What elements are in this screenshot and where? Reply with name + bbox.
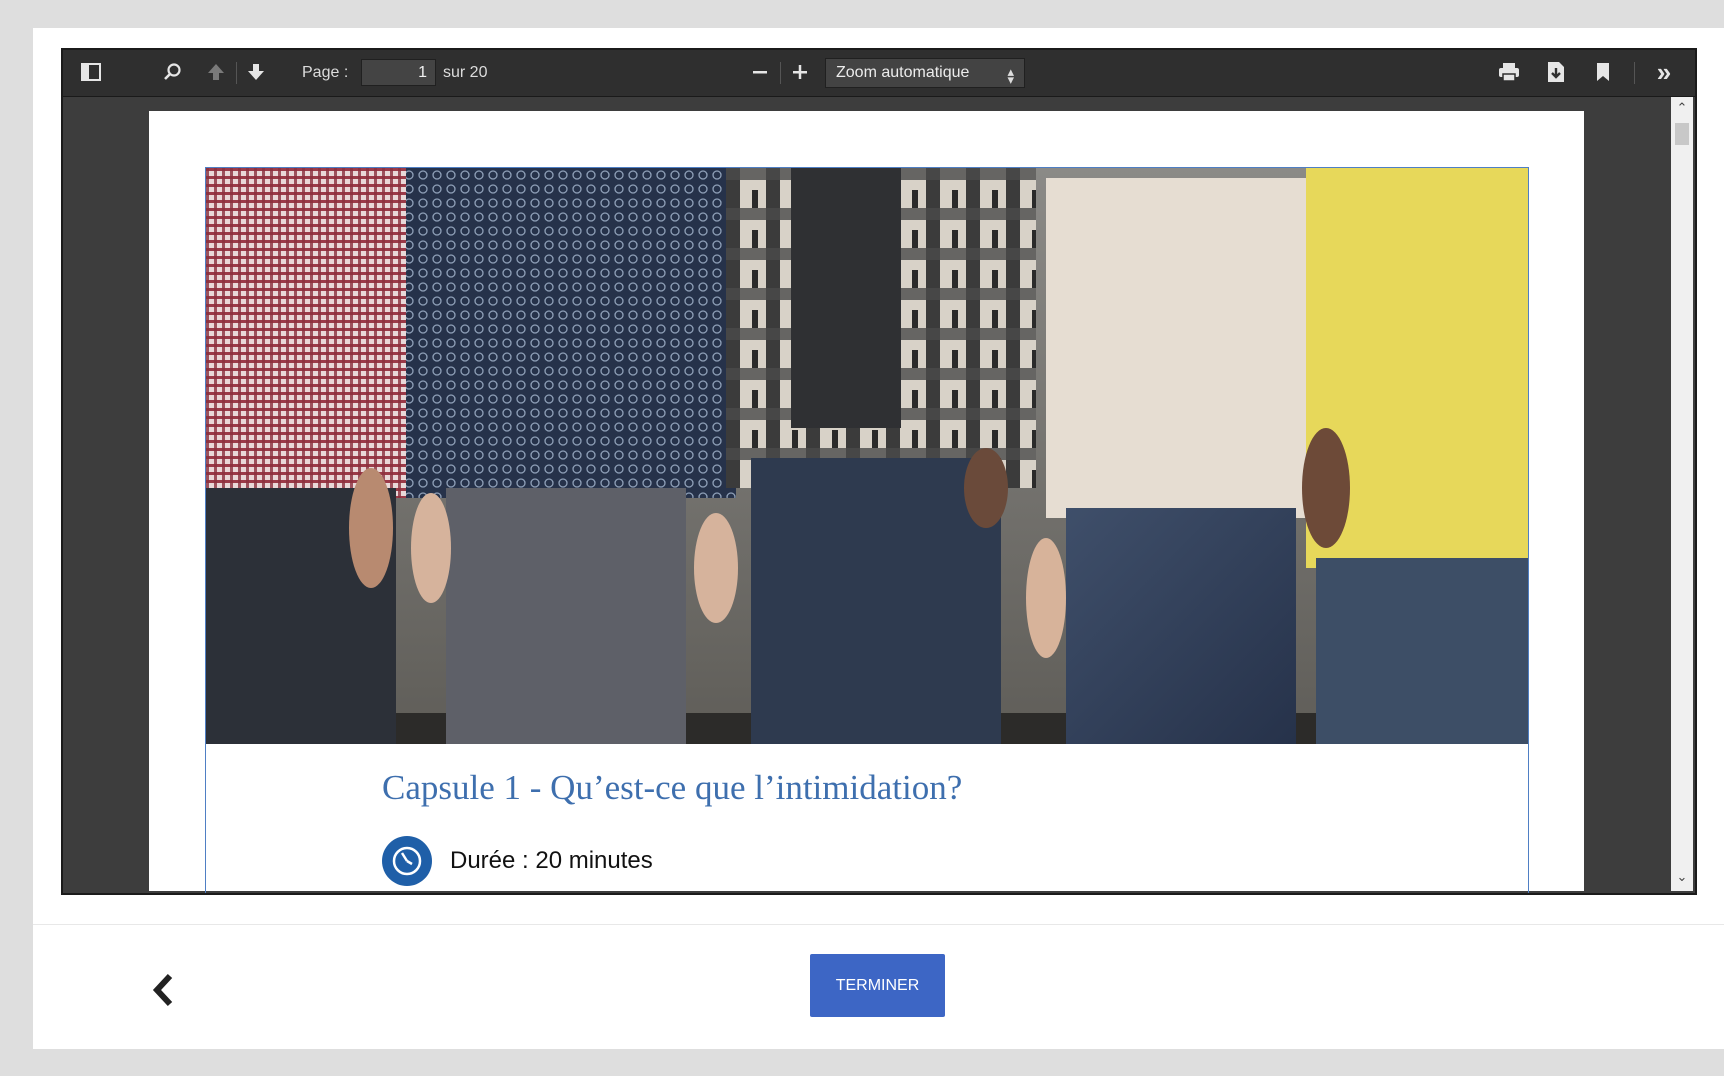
clock-icon	[382, 836, 432, 886]
print-icon[interactable]	[1495, 58, 1523, 86]
pdf-toolbar: Page : sur 20 Zoom automatique ▴▾ »	[63, 50, 1695, 97]
vertical-scrollbar[interactable]: ⌃ ⌄	[1671, 97, 1693, 891]
page-label: Page :	[302, 64, 349, 81]
pdf-viewer: Page : sur 20 Zoom automatique ▴▾ »	[61, 48, 1697, 895]
scroll-up-icon[interactable]: ⌃	[1671, 100, 1693, 120]
finish-button[interactable]: TERMINER	[810, 954, 945, 1017]
people-standing-photo	[206, 168, 1528, 744]
zoom-select[interactable]: Zoom automatique ▴ ▾	[825, 58, 1025, 88]
duration-text: Durée : 20 minutes	[450, 847, 653, 874]
pdf-page: Capsule 1 - Qu’est-ce que l’intimidation…	[149, 111, 1584, 893]
select-arrows-icon: ▴ ▾	[1007, 64, 1014, 87]
zoom-select-value: Zoom automatique	[836, 64, 970, 81]
previous-page-icon[interactable]	[202, 58, 230, 86]
toolbar-separator	[1634, 62, 1635, 84]
download-icon[interactable]	[1542, 58, 1570, 86]
footer-divider	[33, 924, 1724, 925]
scroll-down-icon[interactable]: ⌄	[1671, 869, 1693, 889]
toolbar-separator	[780, 62, 781, 84]
next-page-icon[interactable]	[242, 58, 270, 86]
tools-icon[interactable]: »	[1648, 57, 1680, 87]
capsule-title: Capsule 1 - Qu’est-ce que l’intimidation…	[382, 768, 963, 807]
zoom-in-icon[interactable]	[786, 58, 814, 86]
page-content-frame: Capsule 1 - Qu’est-ce que l’intimidation…	[205, 167, 1529, 893]
page-number-input[interactable]	[361, 59, 436, 86]
search-icon[interactable]	[159, 58, 187, 86]
toolbar-separator	[236, 62, 237, 84]
back-button[interactable]	[148, 970, 178, 1010]
page-total: sur 20	[443, 64, 488, 81]
zoom-out-icon[interactable]	[746, 58, 774, 86]
bookmark-icon[interactable]	[1589, 58, 1617, 86]
sidebar-toggle-icon[interactable]	[77, 58, 105, 86]
duration-row: Durée : 20 minutes	[382, 836, 653, 886]
scrollbar-thumb[interactable]	[1675, 123, 1689, 145]
chevron-left-icon	[152, 973, 173, 1007]
